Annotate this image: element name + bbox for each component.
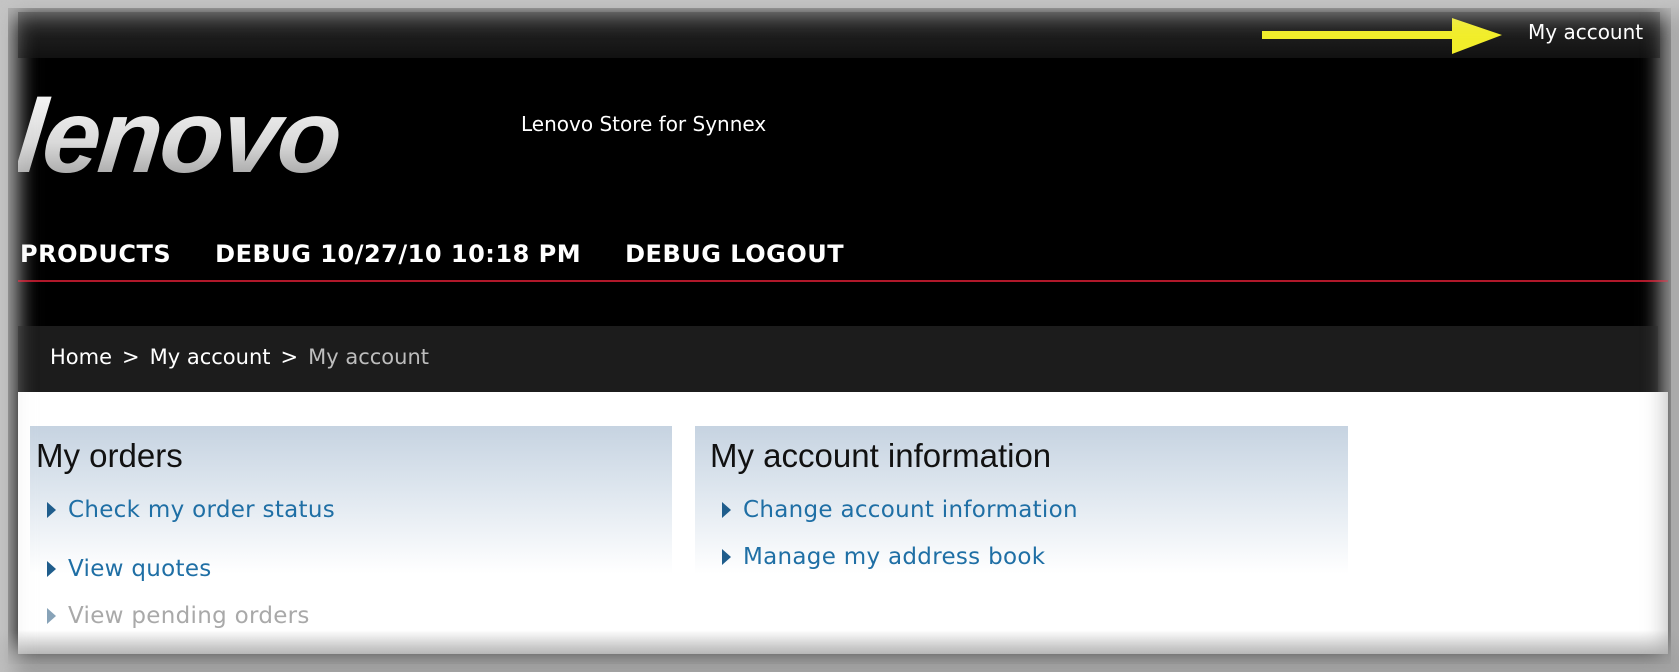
- arrow-right-icon: [1262, 18, 1502, 54]
- breadcrumb-current: My account: [308, 345, 430, 369]
- link-label: Check my order status: [68, 497, 336, 523]
- lenovo-logo[interactable]: lenovo: [18, 86, 488, 196]
- link-label: View quotes: [68, 556, 212, 582]
- view-quotes-link[interactable]: View quotes: [47, 556, 212, 582]
- triangle-right-icon: [47, 608, 56, 624]
- change-account-information-link[interactable]: Change account information: [722, 497, 1078, 523]
- triangle-right-icon: [47, 502, 56, 518]
- link-label: Manage my address book: [743, 544, 1046, 570]
- nav-divider: [18, 280, 1668, 282]
- nav-debug-timestamp[interactable]: DEBUG 10/27/10 10:18 PM: [215, 240, 581, 268]
- view-pending-orders-link[interactable]: View pending orders: [47, 603, 310, 629]
- my-account-link[interactable]: My account: [1528, 20, 1643, 44]
- triangle-right-icon: [47, 561, 56, 577]
- breadcrumb: Home > My account > My account: [50, 345, 429, 369]
- manage-address-book-link[interactable]: Manage my address book: [722, 544, 1045, 570]
- main-nav: PRODUCTS DEBUG 10/27/10 10:18 PM DEBUG L…: [20, 240, 844, 268]
- nav-products[interactable]: PRODUCTS: [20, 240, 171, 268]
- triangle-right-icon: [722, 502, 731, 518]
- breadcrumb-separator: >: [122, 345, 140, 369]
- breadcrumb-separator: >: [280, 345, 299, 369]
- my-orders-title: My orders: [36, 437, 183, 474]
- check-order-status-link[interactable]: Check my order status: [47, 497, 335, 523]
- logo-wordmark: lenovo: [18, 86, 346, 195]
- link-label: Change account information: [743, 497, 1078, 523]
- store-name: Lenovo Store for Synnex: [521, 112, 767, 136]
- link-label: View pending orders: [68, 603, 310, 629]
- breadcrumb-my-account[interactable]: My account: [150, 345, 271, 369]
- frame-bottom-fade: [0, 630, 1679, 672]
- my-account-information-title: My account information: [710, 437, 1052, 474]
- nav-debug-logout[interactable]: DEBUG LOGOUT: [625, 240, 844, 268]
- breadcrumb-home[interactable]: Home: [50, 345, 112, 369]
- triangle-right-icon: [722, 549, 731, 565]
- page-frame: My account lenovo Lenovo Store for Synne…: [0, 0, 1679, 672]
